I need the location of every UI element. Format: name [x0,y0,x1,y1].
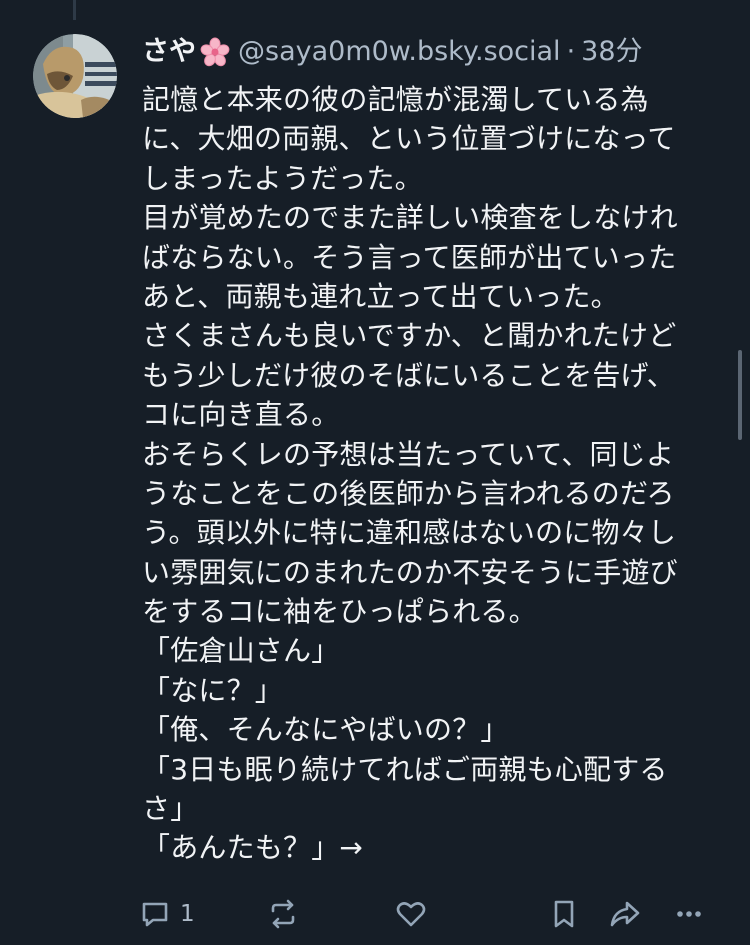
share-icon [608,897,642,931]
post-text-line: しまったようだった。 [142,161,423,195]
post-text-line: 「俺、そんなにやばいの？」 [142,713,509,747]
post-timestamp[interactable]: 38分 [581,30,642,74]
more-icon [672,897,706,931]
thread-line [73,0,76,20]
post-text-line: 目が覚めたのでまた詳しい検査をしなけれ [142,201,678,235]
author-display-name[interactable]: さや [142,30,196,74]
post-text: 記憶と本来の彼の記憶が混濁している為 に、大畑の両親、という位置づけになって しまっ… [142,80,726,868]
post-text-line: あと、両親も連れ立って出ていった。 [142,279,619,313]
reply-button[interactable]: 1 [138,894,195,934]
more-options-button[interactable] [672,894,706,934]
post-text-line: もう少しだけ彼のそばにいることを告げ、 [142,358,676,392]
scrollbar[interactable] [738,350,742,440]
post-text-line: さ」 [142,792,199,826]
post-text-line: ばならない。そう言って医師が出ていった [142,240,677,274]
post-text-line: 「なに？」 [142,673,284,707]
post-text-line: 「あんたも？」→ [142,831,364,865]
post-text-line: う。頭以外に特に違和感はないのに物々し [142,516,677,550]
bookmark-button[interactable] [547,894,581,934]
post-text-line: おそらくレの予想は当たっていて、同じよ [142,437,675,471]
reply-icon [138,897,172,931]
post-text-line: い雰囲気にのまれたのか不安そうに手遊び [142,555,678,589]
post-text-line: 記憶と本来の彼の記憶が混濁している為 [142,83,649,116]
post-header: さや @saya0m0w.bsky.social · 38分 [142,30,643,74]
repost-icon [266,897,300,931]
cherry-blossom-emoji [200,37,230,67]
post-card[interactable]: さや @saya0m0w.bsky.social · 38分 記憶と本来の彼の記… [0,0,750,945]
like-button[interactable] [394,894,428,934]
post-text-line: 「3日も眠り続けてればご両親も心配する [142,752,668,786]
post-text-line: をするコに袖をひっぱられる。 [142,595,537,629]
avatar[interactable] [33,34,117,118]
post-text-line: 「佐倉山さん」 [142,634,340,668]
post-actions: 1 [138,894,722,934]
post-text-line: うなことをこの後医師から言われるのだろ [142,476,675,510]
separator-dot: · [566,36,576,67]
bookmark-icon [547,897,581,931]
post-text-line: に、大畑の両親、という位置づけになって [142,122,676,156]
author-handle[interactable]: @saya0m0w.bsky.social [238,30,561,74]
share-button[interactable] [608,894,642,934]
repost-button[interactable] [266,894,300,934]
heart-icon [394,897,428,931]
reply-count: 1 [180,901,195,927]
post-text-line: さくまさんも良いですか、と聞かれたけど [142,319,677,353]
post-text-line: コに向き直る。 [142,398,340,432]
